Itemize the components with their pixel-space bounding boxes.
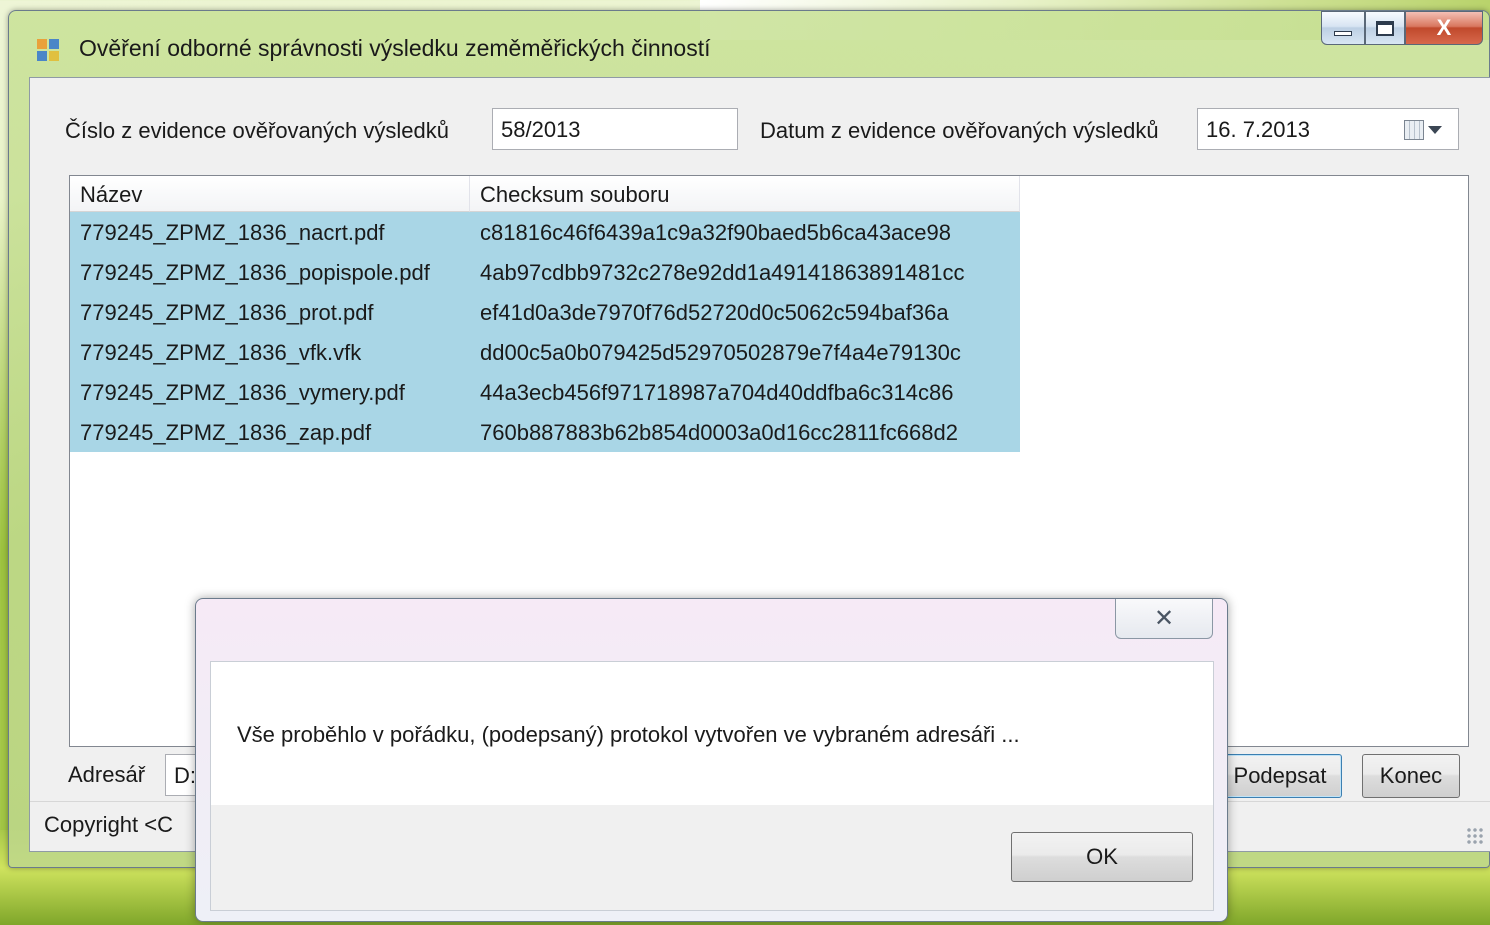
end-button[interactable]: Konec [1362, 754, 1460, 798]
file-checksum: c81816c46f6439a1c9a32f90baed5b6ca43ace98 [480, 220, 951, 245]
list-header: Název Checksum souboru [70, 176, 1020, 212]
dialog-message: Vše proběhlo v pořádku, (podepsaný) prot… [237, 722, 1020, 747]
date-label: Datum z evidence ověřovaných výsledků [760, 118, 1159, 143]
number-input[interactable]: 58/2013 [492, 108, 738, 150]
resize-grip-icon[interactable] [1466, 827, 1484, 845]
file-checksum: ef41d0a3de7970f76d52720d0c5062c594baf36a [480, 300, 949, 325]
maximize-button[interactable] [1365, 11, 1405, 45]
file-name: 779245_ZPMZ_1836_popispole.pdf [80, 260, 430, 285]
dialog-close-button[interactable]: ✕ [1115, 599, 1213, 639]
column-header-checksum[interactable]: Checksum souboru [470, 176, 1020, 212]
date-value: 16. 7.2013 [1206, 117, 1310, 142]
app-icon [37, 39, 61, 63]
message-dialog: ✕ Vše proběhlo v pořádku, (podepsaný) pr… [195, 598, 1228, 922]
sign-button[interactable]: Podepsat [1218, 754, 1342, 798]
list-item[interactable]: 779245_ZPMZ_1836_vymery.pdf 44a3ecb456f9… [70, 372, 1020, 412]
close-button[interactable]: X [1405, 11, 1483, 45]
file-checksum: 44a3ecb456f971718987a704d40ddfba6c314c86 [480, 380, 954, 405]
ok-button[interactable]: OK [1011, 832, 1193, 882]
file-name: 779245_ZPMZ_1836_vymery.pdf [80, 380, 405, 405]
list-item[interactable]: 779245_ZPMZ_1836_prot.pdf ef41d0a3de7970… [70, 292, 1020, 332]
file-checksum: 4ab97cdbb9732c278e92dd1a49141863891481cc [480, 260, 965, 285]
directory-label: Adresář [68, 762, 146, 787]
title-bar[interactable]: Ověření odborné správnosti výsledku země… [9, 11, 1489, 77]
close-icon: X [1436, 15, 1452, 40]
dialog-body: Vše proběhlo v pořádku, (podepsaný) prot… [210, 661, 1214, 911]
number-label: Číslo z evidence ověřovaných výsledků [65, 118, 449, 143]
dialog-message-area: Vše proběhlo v pořádku, (podepsaný) prot… [211, 662, 1213, 805]
file-name: 779245_ZPMZ_1836_nacrt.pdf [80, 220, 385, 245]
date-picker[interactable]: 16. 7.2013 [1197, 108, 1459, 150]
list-item[interactable]: 779245_ZPMZ_1836_nacrt.pdf c81816c46f643… [70, 212, 1020, 252]
minimize-button[interactable] [1321, 11, 1365, 45]
close-icon: ✕ [1153, 605, 1175, 632]
window-title: Ověření odborné správnosti výsledku země… [79, 35, 711, 61]
date-dropdown-button[interactable] [1404, 117, 1450, 143]
chevron-down-icon [1428, 126, 1442, 134]
list-item[interactable]: 779245_ZPMZ_1836_zap.pdf 760b887883b62b8… [70, 412, 1020, 452]
minimize-icon [1334, 30, 1352, 36]
list-rows: 779245_ZPMZ_1836_nacrt.pdf c81816c46f643… [70, 212, 1020, 452]
list-item[interactable]: 779245_ZPMZ_1836_vfk.vfk dd00c5a0b079425… [70, 332, 1020, 372]
file-checksum: dd00c5a0b079425d52970502879e7f4a4e79130c [480, 340, 961, 365]
caption-buttons: X [1321, 11, 1483, 47]
calendar-icon [1404, 120, 1424, 140]
file-name: 779245_ZPMZ_1836_zap.pdf [80, 420, 372, 445]
maximize-icon [1376, 20, 1394, 36]
file-checksum: 760b887883b62b854d0003a0d16cc2811fc668d2 [480, 420, 958, 445]
column-header-name[interactable]: Název [70, 176, 470, 212]
file-name: 779245_ZPMZ_1836_prot.pdf [80, 300, 374, 325]
file-name: 779245_ZPMZ_1836_vfk.vfk [80, 340, 362, 365]
copyright-text: Copyright <C [44, 812, 174, 837]
list-item[interactable]: 779245_ZPMZ_1836_popispole.pdf 4ab97cdbb… [70, 252, 1020, 292]
